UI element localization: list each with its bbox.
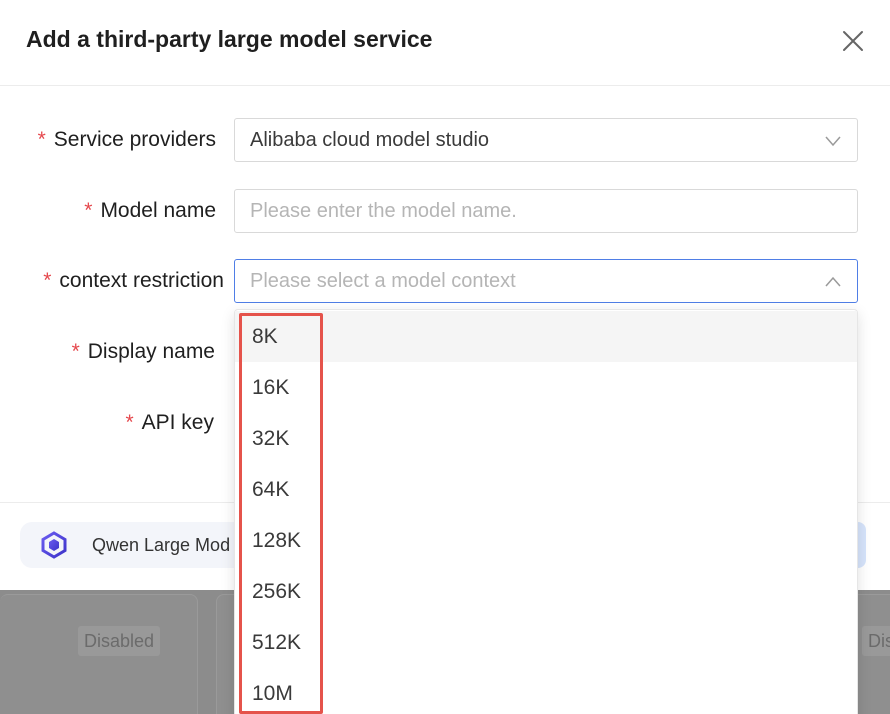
- required-mark: *: [71, 340, 80, 363]
- context-restriction-label: * context restriction: [43, 269, 224, 292]
- form-row-context-restriction: * context restriction Please select a mod…: [0, 259, 890, 303]
- provider-chip-label: Qwen Large Mod: [92, 535, 231, 555]
- dialog-header: Add a third-party large model service: [0, 0, 890, 86]
- chevron-down-icon: [823, 131, 843, 151]
- api-key-label: * API key: [125, 411, 214, 434]
- service-providers-select[interactable]: Alibaba cloud model studio: [234, 118, 858, 162]
- context-options-dropdown: 8K 16K 32K 64K 128K 256K 512K 10M: [234, 309, 858, 714]
- chevron-up-icon: [823, 272, 843, 292]
- service-providers-label: * Service providers: [37, 128, 216, 151]
- close-button[interactable]: [840, 28, 866, 54]
- context-restriction-select[interactable]: Please select a model context: [234, 259, 858, 303]
- close-icon: [843, 31, 863, 51]
- model-name-placeholder: Please enter the model name.: [250, 200, 517, 222]
- required-mark: *: [125, 411, 134, 434]
- dialog-title: Add a third-party large model service: [26, 26, 433, 52]
- required-mark: *: [37, 128, 46, 151]
- context-option-8k[interactable]: 8K: [235, 311, 857, 362]
- annotation-highlight-box: [239, 313, 323, 714]
- page: Disabled Dis Add a third-party large mod…: [0, 0, 890, 714]
- provider-chip[interactable]: Qwen Large Mod: [20, 522, 260, 568]
- model-name-input[interactable]: Please enter the model name.: [234, 189, 858, 233]
- required-mark: *: [84, 199, 93, 222]
- context-option-64k[interactable]: 64K: [235, 464, 857, 515]
- display-name-label: * Display name: [71, 340, 215, 363]
- context-option-16k[interactable]: 16K: [235, 362, 857, 413]
- context-restriction-placeholder: Please select a model context: [250, 270, 516, 292]
- form-row-model-name: * Model name Please enter the model name.: [0, 189, 890, 233]
- context-option-128k[interactable]: 128K: [235, 515, 857, 566]
- context-option-32k[interactable]: 32K: [235, 413, 857, 464]
- form-row-service-providers: * Service providers Alibaba cloud model s…: [0, 118, 890, 162]
- required-mark: *: [43, 269, 52, 292]
- context-option-512k[interactable]: 512K: [235, 617, 857, 668]
- context-option-10m[interactable]: 10M: [235, 668, 857, 714]
- model-name-label: * Model name: [84, 199, 216, 222]
- background-status-badge: Disabled: [78, 626, 161, 656]
- qwen-logo-icon: [41, 531, 67, 559]
- service-providers-value: Alibaba cloud model studio: [250, 129, 490, 151]
- background-status-badge: Dis: [862, 626, 890, 656]
- context-option-256k[interactable]: 256K: [235, 566, 857, 617]
